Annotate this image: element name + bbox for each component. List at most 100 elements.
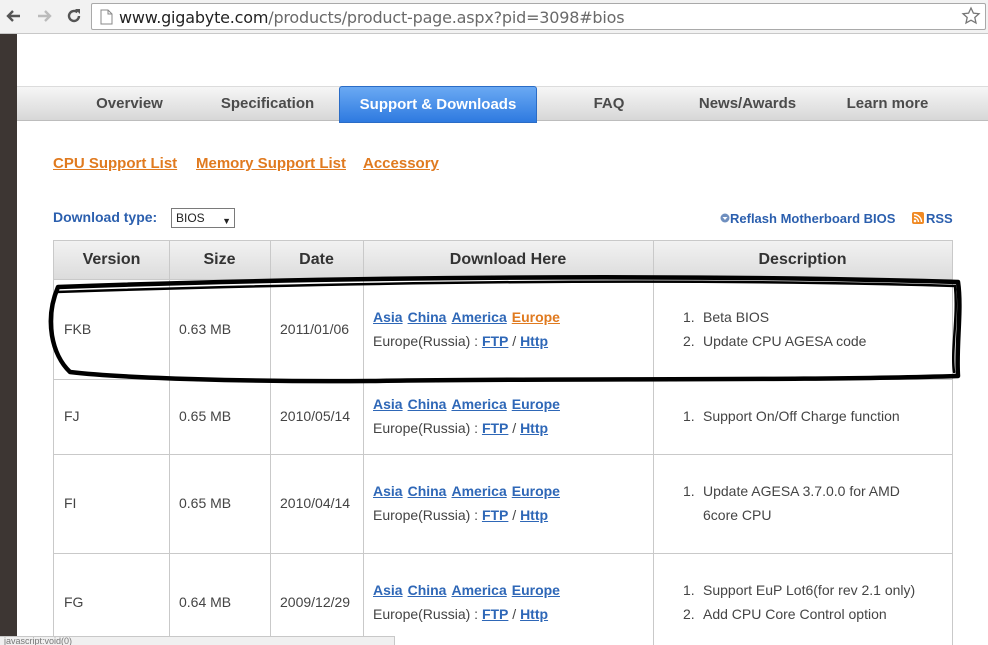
bookmark-star-icon[interactable]: [961, 6, 981, 31]
row-description: 1. Beta BIOS 2. Update CPU AGESA code: [683, 309, 867, 349]
america-link[interactable]: America: [451, 582, 506, 598]
row-size: 0.63 MB: [179, 321, 232, 337]
row-version: FI: [64, 495, 77, 511]
slash-separator: /: [512, 507, 517, 523]
europe-link[interactable]: Europe: [512, 582, 560, 598]
header-download-here: Download Here: [449, 251, 567, 268]
row-date: 2010/04/14: [280, 495, 351, 511]
tab-news-awards[interactable]: News/Awards: [685, 87, 810, 122]
url-host: www.gigabyte.com: [119, 8, 269, 27]
row-divider: [54, 553, 952, 554]
europe-link[interactable]: Europe: [512, 309, 560, 325]
slash-separator: /: [512, 606, 517, 622]
asia-link[interactable]: Asia: [373, 483, 403, 499]
mirror-links: Asia China America Europe: [373, 309, 565, 325]
slash-separator: /: [512, 420, 517, 436]
russia-mirror: Europe(Russia) : FTP / Http: [373, 420, 548, 436]
russia-label: Europe(Russia) :: [373, 333, 479, 349]
header-date: Date: [299, 251, 334, 268]
bios-download-table: Version Size Date Download Here Descript…: [53, 240, 953, 645]
row-version: FJ: [64, 408, 80, 424]
tab-overview[interactable]: Overview: [72, 87, 187, 122]
row-divider: [54, 379, 952, 380]
russia-mirror: Europe(Russia) : FTP / Http: [373, 333, 548, 349]
america-link[interactable]: America: [451, 396, 506, 412]
forward-button[interactable]: [32, 4, 56, 28]
column-divider: [363, 240, 364, 645]
america-link[interactable]: America: [451, 483, 506, 499]
mirror-links: Asia China America Europe: [373, 582, 565, 598]
memory-support-list-link[interactable]: Memory Support List: [196, 155, 346, 172]
url-path: /products/product-page.aspx?pid=3098#bio…: [268, 8, 625, 27]
description-item: Add CPU Core Control option: [703, 606, 887, 622]
http-link[interactable]: Http: [520, 507, 548, 523]
asia-link[interactable]: Asia: [373, 582, 403, 598]
china-link[interactable]: China: [408, 582, 447, 598]
europe-link[interactable]: Europe: [512, 396, 560, 412]
cpu-support-list-link[interactable]: CPU Support List: [53, 155, 177, 172]
reflash-bios-link[interactable]: Reflash Motherboard BIOS: [720, 211, 895, 226]
asia-link[interactable]: Asia: [373, 309, 403, 325]
page-icon: [100, 9, 113, 30]
tab-learn-more[interactable]: Learn more: [830, 87, 945, 122]
row-version: FG: [64, 594, 84, 610]
description-item: Update AGESA 3.7.0.0 for AMD: [703, 483, 900, 499]
product-tab-bar: Overview Specification Support & Downloa…: [17, 86, 988, 123]
china-link[interactable]: China: [408, 396, 447, 412]
address-bar[interactable]: www.gigabyte.com/products/product-page.a…: [91, 3, 986, 30]
column-divider: [270, 240, 271, 645]
rss-label: RSS: [926, 211, 953, 226]
header-description: Description: [758, 251, 847, 268]
ftp-link[interactable]: FTP: [482, 420, 508, 436]
row-date: 2010/05/14: [280, 408, 351, 424]
row-description: 1. Update AGESA 3.7.0.0 for AMD 6core CPU: [683, 483, 900, 523]
slash-separator: /: [512, 333, 517, 349]
circle-arrow-icon: [720, 213, 730, 223]
http-link[interactable]: Http: [520, 420, 548, 436]
row-size: 0.65 MB: [179, 495, 232, 511]
column-divider: [169, 240, 170, 645]
http-link[interactable]: Http: [520, 333, 548, 349]
accessory-link[interactable]: Accessory: [363, 155, 439, 172]
table-header: Version Size Date Download Here Descript…: [54, 240, 952, 280]
america-link[interactable]: America: [451, 309, 506, 325]
ftp-link[interactable]: FTP: [482, 333, 508, 349]
mirror-links: Asia China America Europe: [373, 483, 565, 499]
download-type-label: Download type:: [53, 209, 158, 225]
description-item: Support On/Off Charge function: [703, 408, 900, 424]
china-link[interactable]: China: [408, 309, 447, 325]
description-item: Update CPU AGESA code: [703, 333, 867, 349]
russia-mirror: Europe(Russia) : FTP / Http: [373, 606, 548, 622]
ftp-link[interactable]: FTP: [482, 606, 508, 622]
mirror-links: Asia China America Europe: [373, 396, 565, 412]
tab-faq[interactable]: FAQ: [569, 87, 649, 122]
download-type-select[interactable]: BIOS ▼: [171, 208, 235, 228]
rss-link[interactable]: RSS: [912, 211, 953, 226]
asia-link[interactable]: Asia: [373, 396, 403, 412]
row-size: 0.64 MB: [179, 594, 232, 610]
description-item: 6core CPU: [703, 507, 772, 523]
europe-link[interactable]: Europe: [512, 483, 560, 499]
http-link[interactable]: Http: [520, 606, 548, 622]
back-arrow-icon: [6, 10, 20, 22]
russia-label: Europe(Russia) :: [373, 507, 479, 523]
header-version: Version: [82, 251, 141, 268]
back-button[interactable]: [2, 4, 26, 28]
tab-specification[interactable]: Specification: [210, 87, 325, 122]
url-text: www.gigabyte.com/products/product-page.a…: [119, 8, 625, 27]
reload-button[interactable]: [62, 4, 86, 28]
row-divider: [54, 454, 952, 455]
russia-mirror: Europe(Russia) : FTP / Http: [373, 507, 548, 523]
ftp-link[interactable]: FTP: [482, 507, 508, 523]
rss-icon: [912, 212, 924, 224]
tab-support-downloads[interactable]: Support & Downloads: [339, 86, 537, 123]
download-type-value: BIOS: [176, 211, 205, 225]
description-item: Support EuP Lot6(for rev 2.1 only): [703, 582, 916, 598]
dropdown-arrow-icon: ▼: [222, 216, 231, 226]
reflash-bios-label: Reflash Motherboard BIOS: [730, 211, 896, 226]
column-divider: [653, 240, 654, 645]
row-description: 1. Support On/Off Charge function: [683, 408, 900, 424]
row-version: FKB: [64, 321, 92, 337]
china-link[interactable]: China: [408, 483, 447, 499]
row-description: 1. Support EuP Lot6(for rev 2.1 only) 2. A…: [683, 582, 916, 622]
